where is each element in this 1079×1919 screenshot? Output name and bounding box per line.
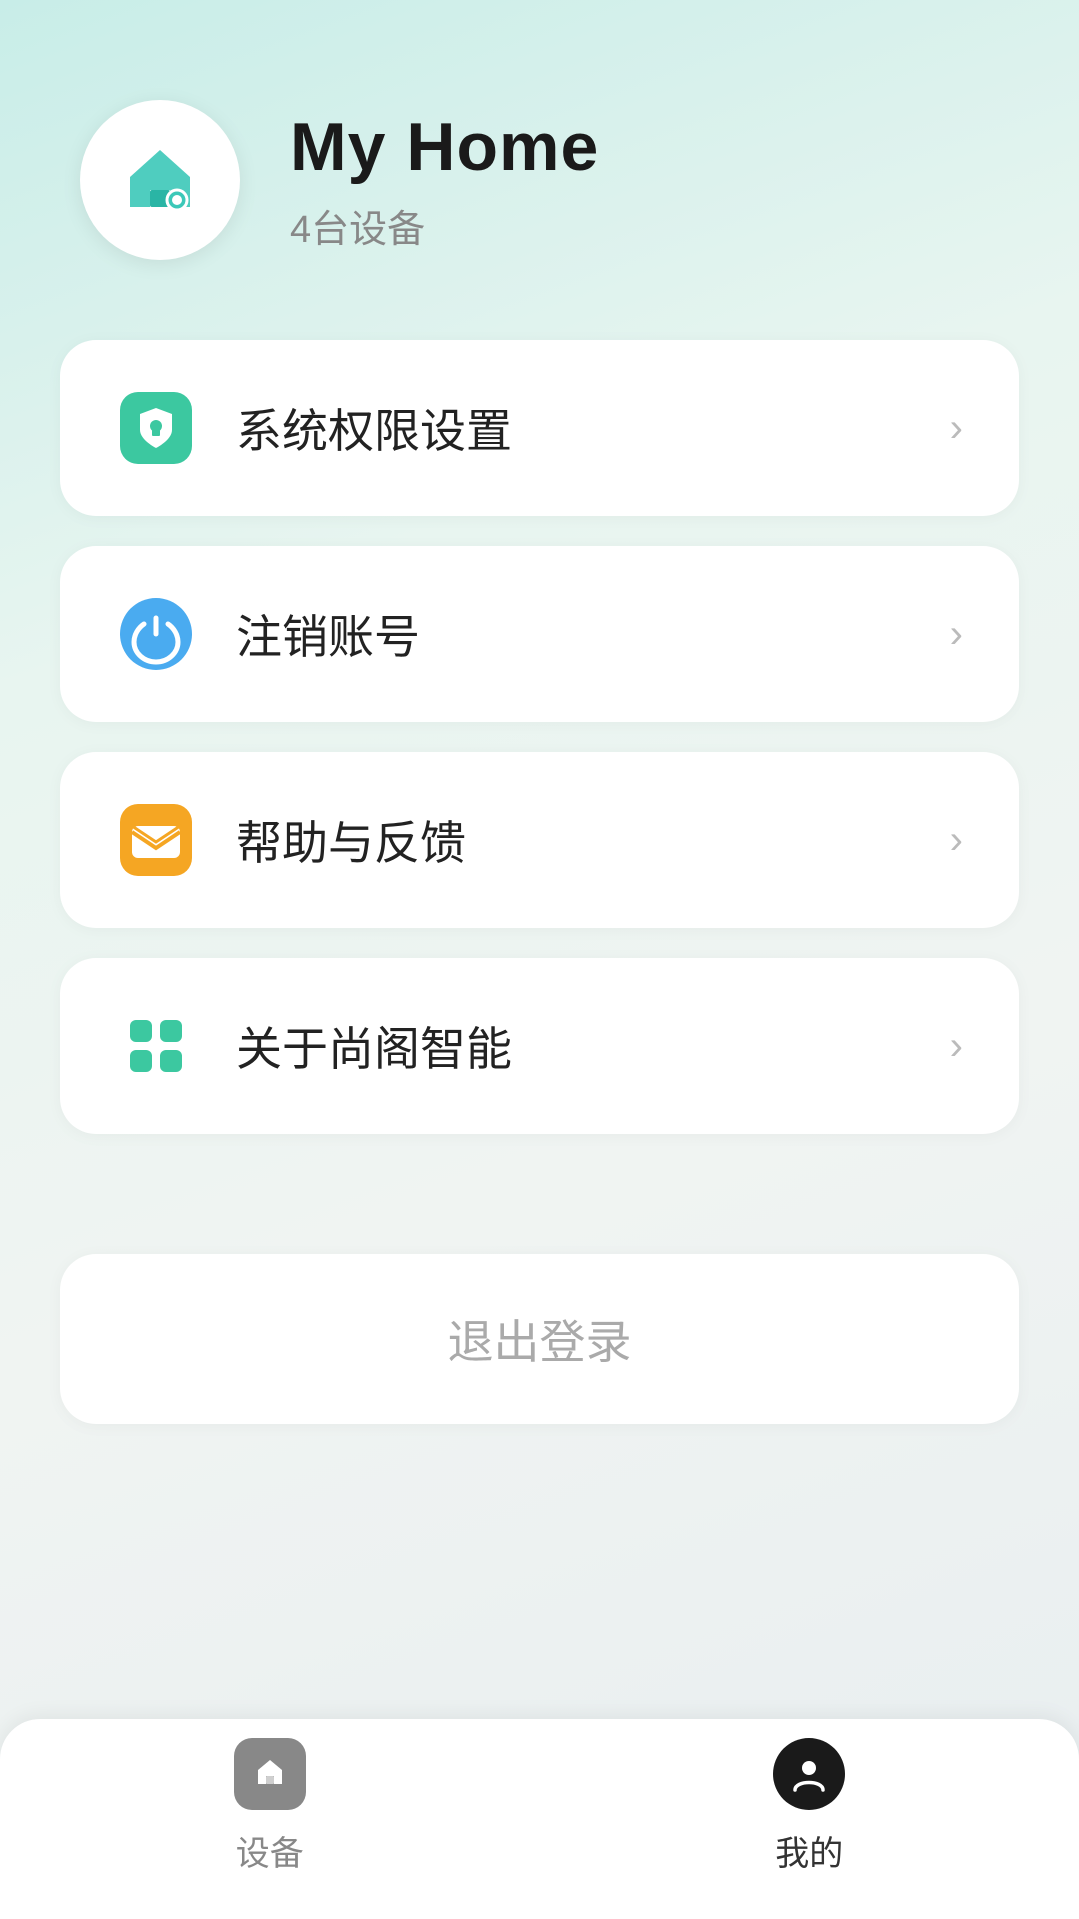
header-text: My Home 4台设备	[290, 108, 599, 253]
home-logo-svg	[115, 135, 205, 225]
menu-item-about[interactable]: 关于尚阁智能 ›	[60, 958, 1019, 1134]
chevron-right-icon-3: ›	[950, 1024, 963, 1069]
chevron-right-icon-0: ›	[950, 406, 963, 451]
menu-label-about: 关于尚阁智能	[236, 1013, 910, 1079]
nav-mine-icon-wrap	[769, 1734, 849, 1814]
nav-label-devices: 设备	[236, 1826, 304, 1875]
spacer	[0, 1154, 1079, 1234]
nav-label-mine: 我的	[775, 1826, 843, 1875]
menu-item-cancel-account[interactable]: 注销账号 ›	[60, 546, 1019, 722]
mine-nav-icon	[773, 1738, 845, 1810]
logout-section: 退出登录	[0, 1254, 1079, 1424]
mail-icon	[116, 800, 196, 880]
menu-section: 系统权限设置 › 注销账号 › 帮助与反馈 ›	[0, 320, 1079, 1154]
nav-item-devices[interactable]: 设备	[0, 1734, 540, 1875]
chevron-right-icon-2: ›	[950, 818, 963, 863]
nav-device-icon-wrap	[230, 1734, 310, 1814]
menu-item-system-permission[interactable]: 系统权限设置 ›	[60, 340, 1019, 516]
header-section: My Home 4台设备	[0, 0, 1079, 320]
logout-label: 退出登录	[448, 1306, 632, 1372]
home-title: My Home	[290, 108, 599, 186]
grid-icon	[116, 1006, 196, 1086]
chevron-right-icon-1: ›	[950, 612, 963, 657]
nav-item-mine[interactable]: 我的	[540, 1734, 1079, 1875]
shield-icon	[116, 388, 196, 468]
menu-label-system-permission: 系统权限设置	[236, 395, 910, 461]
home-logo	[80, 100, 240, 260]
menu-label-cancel-account: 注销账号	[236, 601, 910, 667]
logout-button[interactable]: 退出登录	[60, 1254, 1019, 1424]
device-nav-icon	[234, 1738, 306, 1810]
power-icon	[116, 594, 196, 674]
bottom-nav: 设备 我的	[0, 1719, 1079, 1919]
menu-label-help-feedback: 帮助与反馈	[236, 807, 910, 873]
menu-item-help-feedback[interactable]: 帮助与反馈 ›	[60, 752, 1019, 928]
device-count: 4台设备	[290, 198, 599, 253]
